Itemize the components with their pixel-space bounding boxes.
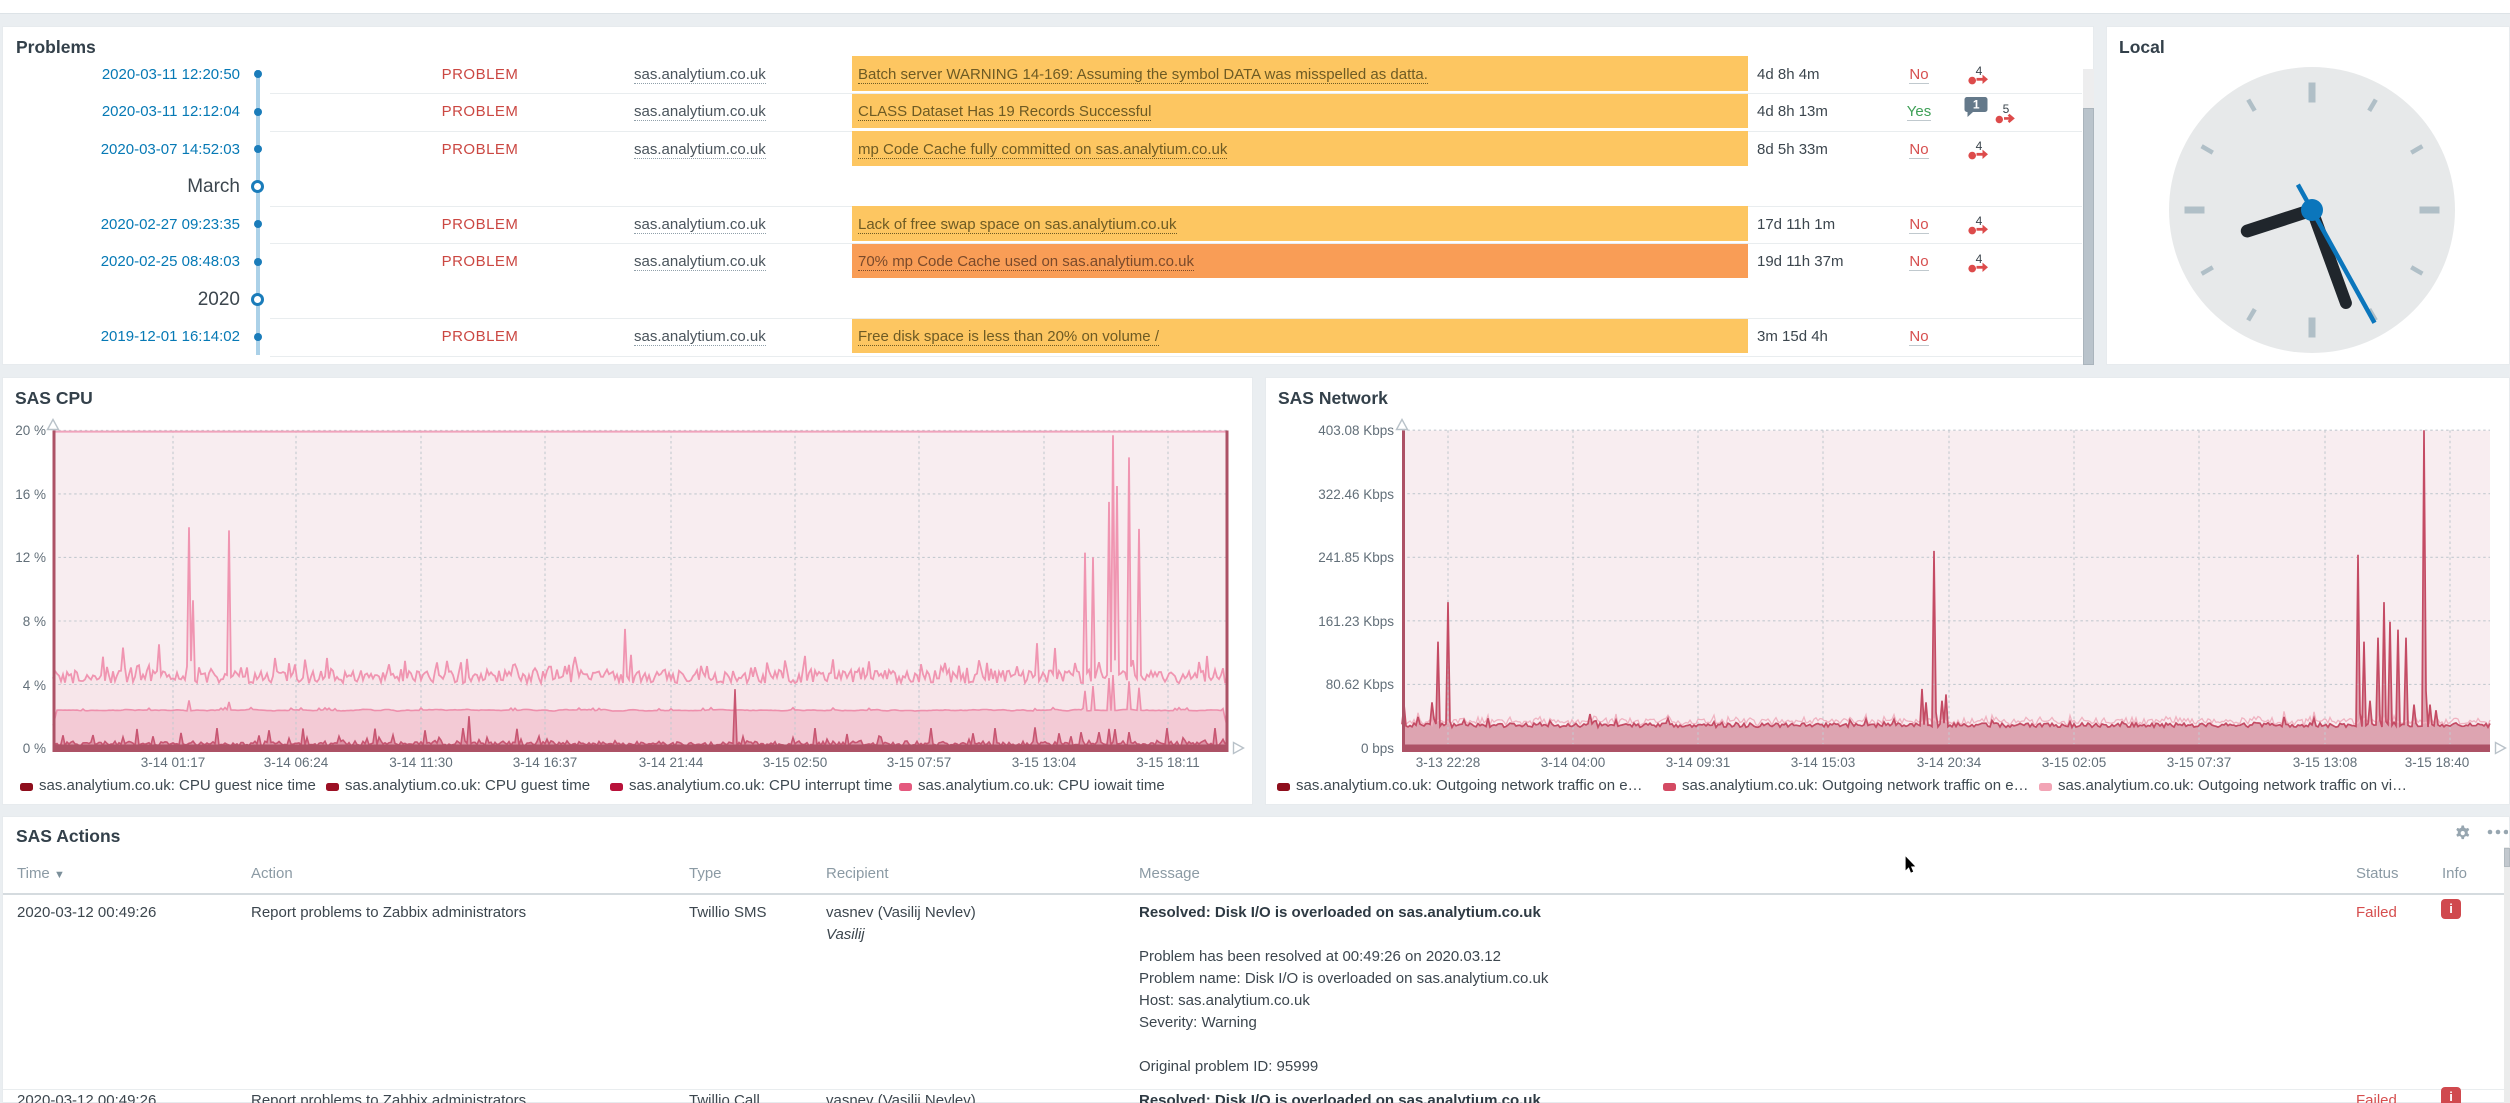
svg-text:4: 4: [1976, 139, 1983, 153]
svg-text:5: 5: [2003, 102, 2010, 116]
svg-text:4: 4: [1976, 252, 1983, 266]
svg-text:1: 1: [1973, 97, 1980, 111]
svg-text:4: 4: [1976, 64, 1983, 78]
svg-text:4: 4: [1976, 214, 1983, 228]
